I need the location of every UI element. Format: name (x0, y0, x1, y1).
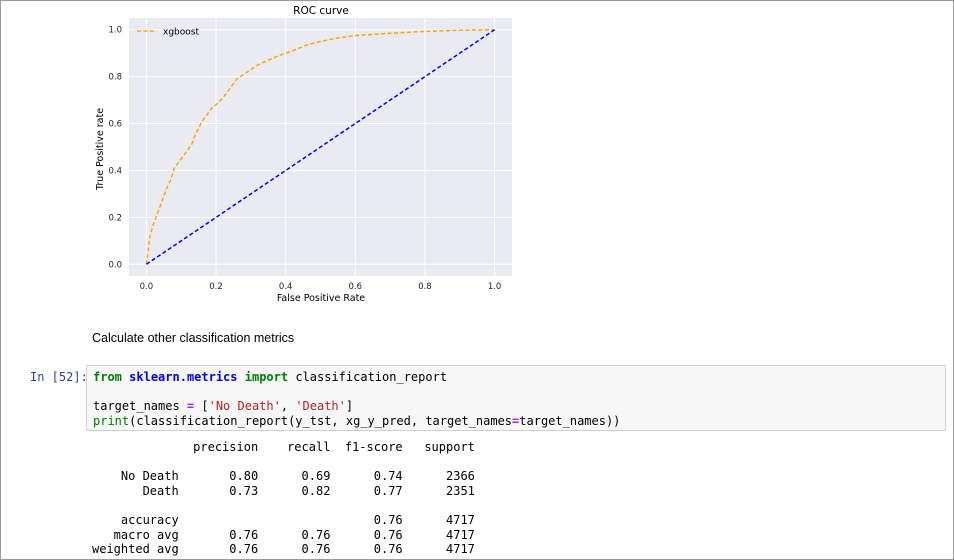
x-tick-label: 1.0 (488, 282, 502, 292)
cell-prompt: In [52]: (30, 370, 88, 384)
output-blank-line (92, 498, 475, 513)
x-tick-label: 0.6 (349, 282, 363, 292)
code-line-4: print(classification_report(y_tst, xg_y_… (93, 414, 620, 428)
x-tick-label: 0.0 (140, 282, 154, 292)
output-blank-line (92, 455, 475, 470)
y-tick-label: 0.6 (108, 120, 122, 130)
string-literal: 'Death' (295, 399, 346, 413)
output-row-macro-avg: macro avg 0.76 0.76 0.76 4717 (92, 527, 475, 542)
code-cell[interactable]: from sklearn.metrics import classificati… (86, 365, 946, 431)
x-tick-label: 0.4 (279, 282, 293, 292)
y-tick-label: 0.2 (108, 213, 122, 223)
plot-output: ROC curve 0.0 0.2 0.4 0.6 0.8 1.0 0.0 0.2 0.4 0.… (88, 0, 528, 319)
output-row-no-death: No Death 0.80 0.69 0.74 2366 (92, 469, 475, 484)
code-text: [ (194, 399, 209, 413)
code-text: (classification_report(y_tst, xg_y_pred,… (129, 413, 513, 428)
y-axis-label: True Positive rate (95, 108, 106, 191)
y-tick-label: 1.0 (108, 26, 122, 36)
code-text: , (280, 399, 296, 413)
output-row-death: Death 0.73 0.82 0.77 2351 (92, 483, 475, 498)
x-tick-label: 0.2 (209, 282, 223, 292)
code-editor[interactable]: from sklearn.metrics import classificati… (93, 370, 620, 428)
x-axis-label: False Positive Rate (277, 293, 365, 304)
module-name: sklearn.metrics (129, 370, 238, 384)
builtin-print: print (93, 413, 130, 428)
imported-name: classification_report (288, 370, 448, 384)
code-line-3: target_names = ['No Death', 'Death'] (93, 399, 353, 413)
y-tick-labels: 0.0 0.2 0.4 0.6 0.8 1.0 (108, 26, 122, 271)
output-header-line: precision recall f1-score support (92, 440, 475, 454)
markdown-cell[interactable]: Calculate other classification metrics (92, 331, 294, 345)
output-row-weighted-avg: weighted avg 0.76 0.76 0.76 4717 (92, 542, 475, 557)
keyword-import: import (244, 370, 289, 384)
y-tick-label: 0.8 (108, 73, 122, 83)
code-text: target_names)) (519, 413, 621, 428)
code-text: target_names (93, 399, 187, 413)
code-line-1: from sklearn.metrics import classificati… (93, 370, 447, 384)
x-tick-labels: 0.0 0.2 0.4 0.6 0.8 1.0 (140, 282, 502, 292)
keyword-from: from (93, 370, 122, 384)
y-tick-label: 0.0 (108, 260, 122, 270)
cell-output: precision recall f1-score support No Dea… (92, 440, 475, 557)
roc-chart: ROC curve 0.0 0.2 0.4 0.6 0.8 1.0 0.00.20.40.… (95, 5, 512, 304)
markdown-text: Calculate other classification metrics (92, 331, 295, 345)
chart-title: ROC curve (293, 5, 349, 17)
code-text: ] (345, 399, 354, 413)
output-row-accuracy: accuracy 0.76 4717 (92, 512, 475, 527)
legend-label-xgboost: xgboost (163, 28, 199, 38)
x-tick-label: 0.8 (418, 282, 432, 292)
string-literal: 'No Death' (208, 399, 281, 413)
y-tick-label: 0.4 (108, 166, 122, 176)
